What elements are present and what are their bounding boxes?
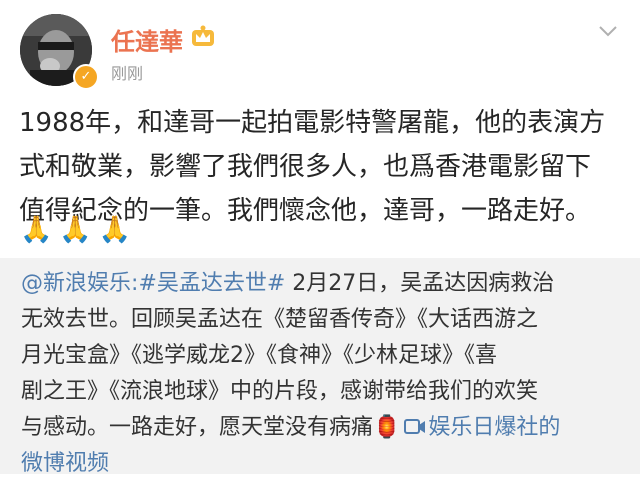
chevron-down-icon[interactable] [598,24,618,38]
repost-line: 与感动。一路走好，愿天堂没有病痛🏮 娱乐日爆社的 [21,410,626,446]
hashtag-link[interactable]: #吴孟达去世# [138,271,285,296]
praying-hands-icon: 🙏 [20,215,53,245]
repost-line: @新浪娱乐:#吴孟达去世# 2月27日，吴孟达因病救治 [21,266,626,302]
post-line: 1988年，和達哥一起拍電影特警屠龍，他的表演方 [19,108,606,138]
mention-link[interactable]: @新浪娱乐 [21,271,131,296]
video-link-label: 娱乐日爆社的 [428,415,561,440]
lantern-icon: 🏮 [373,415,401,440]
repost-line1-text: 2月27日，吴孟达因病救治 [285,271,555,296]
praying-hands-icon: 🙏 [59,215,92,245]
video-link[interactable]: 娱乐日爆社的 [400,415,560,440]
repost-line: 剧之王》《流浪地球》中的片段，感谢带给我们的欢笑 [21,379,539,404]
repost-line: 无效去世。回顾吴孟达在《楚留香传奇》《大话西游之 [21,307,539,332]
post-time: 刚刚 [111,64,144,83]
post-emojis: 🙏 🙏 🙏 [20,213,131,247]
repost-line5-text: 与感动。一路走好，愿天堂没有病痛 [21,415,374,440]
vip-crown-icon [192,25,214,46]
repost-line: 月光宝盒》《逃学威龙2》《食神》《少林足球》《喜 [21,343,497,368]
video-link-label-cont[interactable]: 微博视频 [21,451,109,476]
repost-text: @新浪娱乐:#吴孟达去世# 2月27日，吴孟达因病救治 无效去世。回顾吴孟达在《… [21,266,626,482]
reposted-content[interactable]: @新浪娱乐:#吴孟达去世# 2月27日，吴孟达因病救治 无效去世。回顾吴孟达在《… [0,258,640,476]
repost-line: 微博视频 [21,446,626,482]
author-name[interactable]: 任達華 [111,22,183,57]
video-icon [404,419,426,434]
post-header: ✓ 任達華 刚刚 [0,0,640,92]
post-line: 式和敬業，影響了我們很多人，也爲香港電影留下 [19,152,592,182]
praying-hands-icon: 🙏 [98,215,131,245]
verified-badge-icon: ✓ [73,64,99,90]
